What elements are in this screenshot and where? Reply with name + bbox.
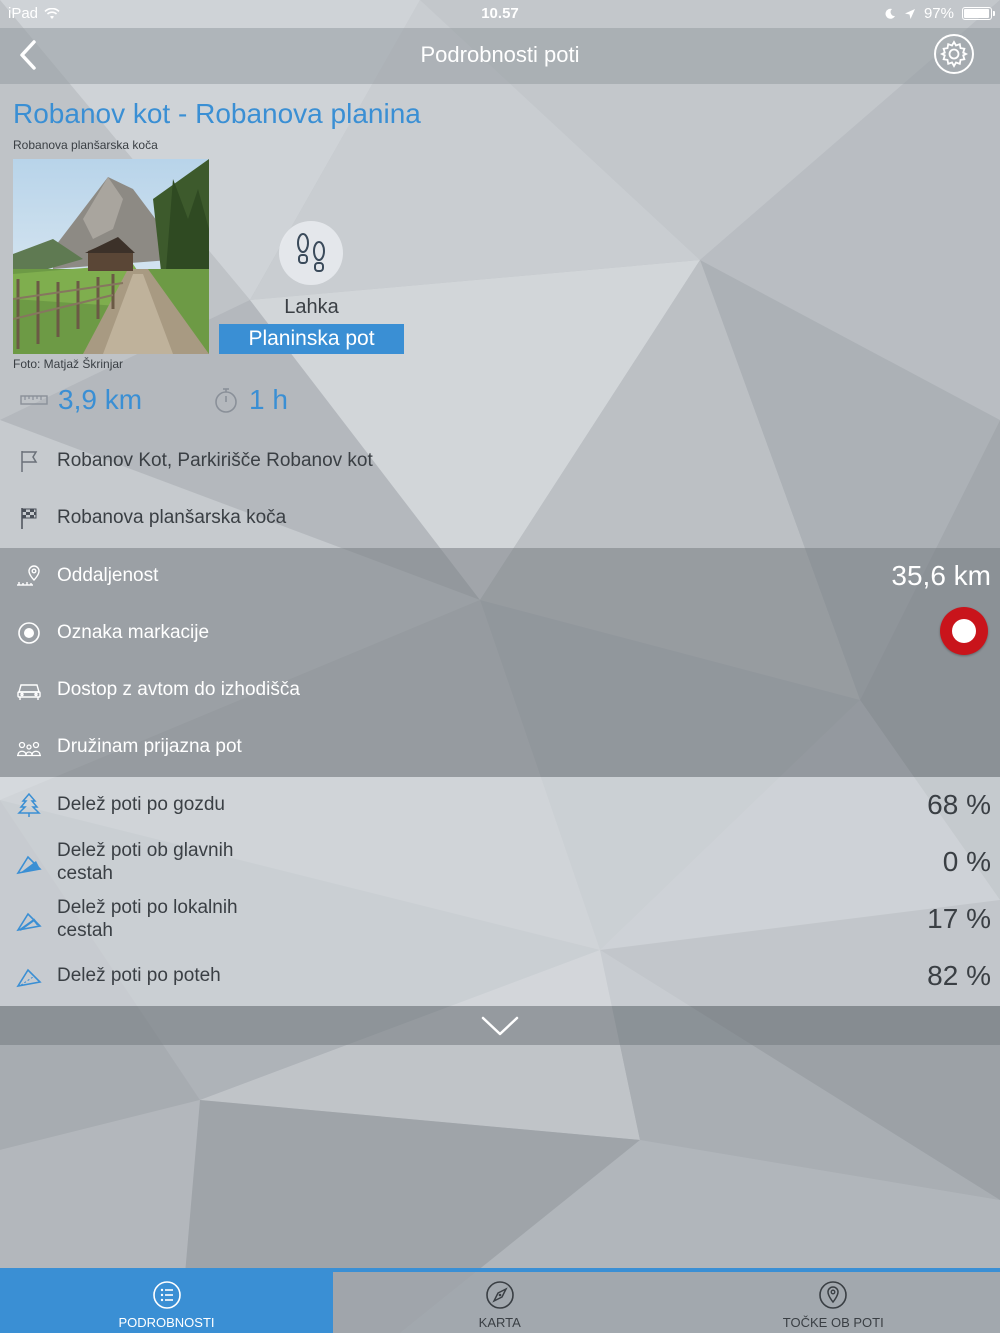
car-icon — [17, 684, 41, 700]
surface-shares-section: Delež poti po gozdu 68 % Delež poti ob g… — [0, 777, 1000, 1006]
navigation-bar: Podrobnosti poti — [0, 28, 1000, 84]
finish-location: Robanova planšarska koča — [0, 498, 1000, 538]
share-row-forest: Delež poti po gozdu 68 % — [0, 777, 1000, 834]
route-type-badge: Planinska pot — [219, 324, 404, 354]
route-title: Robanov kot - Robanova planina — [13, 98, 421, 129]
info-row-family: Družinam prijazna pot — [0, 719, 1000, 776]
share-forest-label: Delež poti po gozdu — [57, 794, 225, 815]
photo-credit: Foto: Matjaž Škrinjar — [13, 357, 124, 371]
battery-icon — [962, 7, 995, 20]
status-time: 10.57 — [481, 5, 519, 22]
duration-value: 1 h — [249, 384, 288, 415]
expand-details-button[interactable] — [0, 1006, 1000, 1045]
share-row-local-roads: Delež poti po lokalnih cestah 17 % — [0, 891, 1000, 948]
distance-value: 3,9 km — [58, 384, 143, 415]
info-row-car-access: Dostop z avtom do izhodišča — [0, 662, 1000, 719]
mountain-photo — [13, 159, 209, 354]
path-icon — [16, 968, 42, 988]
duration-stat: 1 h — [213, 384, 288, 416]
info-family-label: Družinam prijazna pot — [57, 736, 242, 757]
settings-button[interactable] — [934, 34, 974, 74]
info-distance-label: Oddaljenost — [57, 565, 159, 586]
start-location-label: Robanov Kot, Parkirišče Robanov kot — [57, 450, 373, 471]
share-local-roads-value: 17 % — [927, 903, 991, 934]
battery-percent: 97% — [923, 5, 954, 22]
route-stats: 3,9 km 1 h — [0, 384, 1000, 424]
share-local-roads-label: Delež poti po lokalnih cestah — [57, 897, 238, 941]
compass-icon — [485, 1281, 514, 1309]
tab-points-label: TOČKE OB POTI — [782, 1315, 884, 1330]
tab-map[interactable]: KARTA — [333, 1272, 667, 1333]
list-icon — [152, 1281, 181, 1309]
route-info-section: Oddaljenost 35,6 km Oznaka markacije Dos… — [0, 548, 1000, 777]
location-arrow-icon — [904, 8, 915, 19]
start-location: Robanov Kot, Parkirišče Robanov kot — [0, 441, 1000, 481]
trail-marker-sign — [940, 607, 988, 655]
info-marking-label: Oznaka markacije — [57, 622, 210, 643]
route-subtitle: Robanova planšarska koča — [13, 138, 158, 152]
share-paths-value: 82 % — [927, 960, 991, 991]
gear-icon — [940, 40, 968, 68]
main-road-icon — [16, 855, 42, 875]
share-row-paths: Delež poti po poteh 82 % — [0, 948, 1000, 1005]
distance-stat: 3,9 km — [20, 384, 142, 416]
distance-pin-icon — [17, 565, 40, 586]
info-distance-value: 35,6 km — [891, 560, 991, 591]
footprints-icon — [297, 233, 325, 272]
info-car-access-label: Dostop z avtom do izhodišča — [57, 679, 300, 700]
map-pin-icon — [819, 1281, 848, 1309]
finish-location-label: Robanova planšarska koča — [57, 507, 287, 528]
share-paths-label: Delež poti po poteh — [57, 965, 221, 986]
local-road-icon — [16, 912, 42, 932]
moon-icon — [885, 8, 895, 19]
flag-icon — [21, 451, 38, 472]
chevron-down-icon — [481, 1016, 519, 1035]
stopwatch-icon — [215, 388, 237, 413]
info-row-distance: Oddaljenost 35,6 km — [0, 548, 1000, 605]
ruler-icon — [20, 395, 48, 405]
family-icon — [17, 741, 41, 757]
tab-bar: PODROBNOSTI KARTA TOČKE OB POTI — [0, 1268, 1000, 1333]
status-bar: iPad 10.57 97% — [0, 0, 1000, 28]
share-row-main-roads: Delež poti ob glavnih cestah 0 % — [0, 834, 1000, 891]
tree-icon — [17, 792, 41, 817]
tab-details[interactable]: PODROBNOSTI — [0, 1272, 333, 1333]
share-main-roads-value: 0 % — [942, 846, 991, 877]
checkered-flag-icon — [21, 508, 37, 529]
tab-details-label: PODROBNOSTI — [118, 1315, 215, 1330]
share-main-roads-label: Delež poti ob glavnih cestah — [57, 840, 234, 884]
info-row-marking: Oznaka markacije — [0, 605, 1000, 662]
tab-points[interactable]: TOČKE OB POTI — [666, 1272, 1000, 1333]
difficulty-badge — [279, 221, 343, 285]
share-forest-value: 68 % — [927, 789, 991, 820]
route-photo[interactable] — [13, 159, 209, 354]
tab-map-label: KARTA — [478, 1315, 521, 1330]
page-title: Podrobnosti poti — [420, 42, 580, 67]
target-icon — [18, 622, 40, 644]
difficulty-label: Lahka — [284, 296, 339, 318]
